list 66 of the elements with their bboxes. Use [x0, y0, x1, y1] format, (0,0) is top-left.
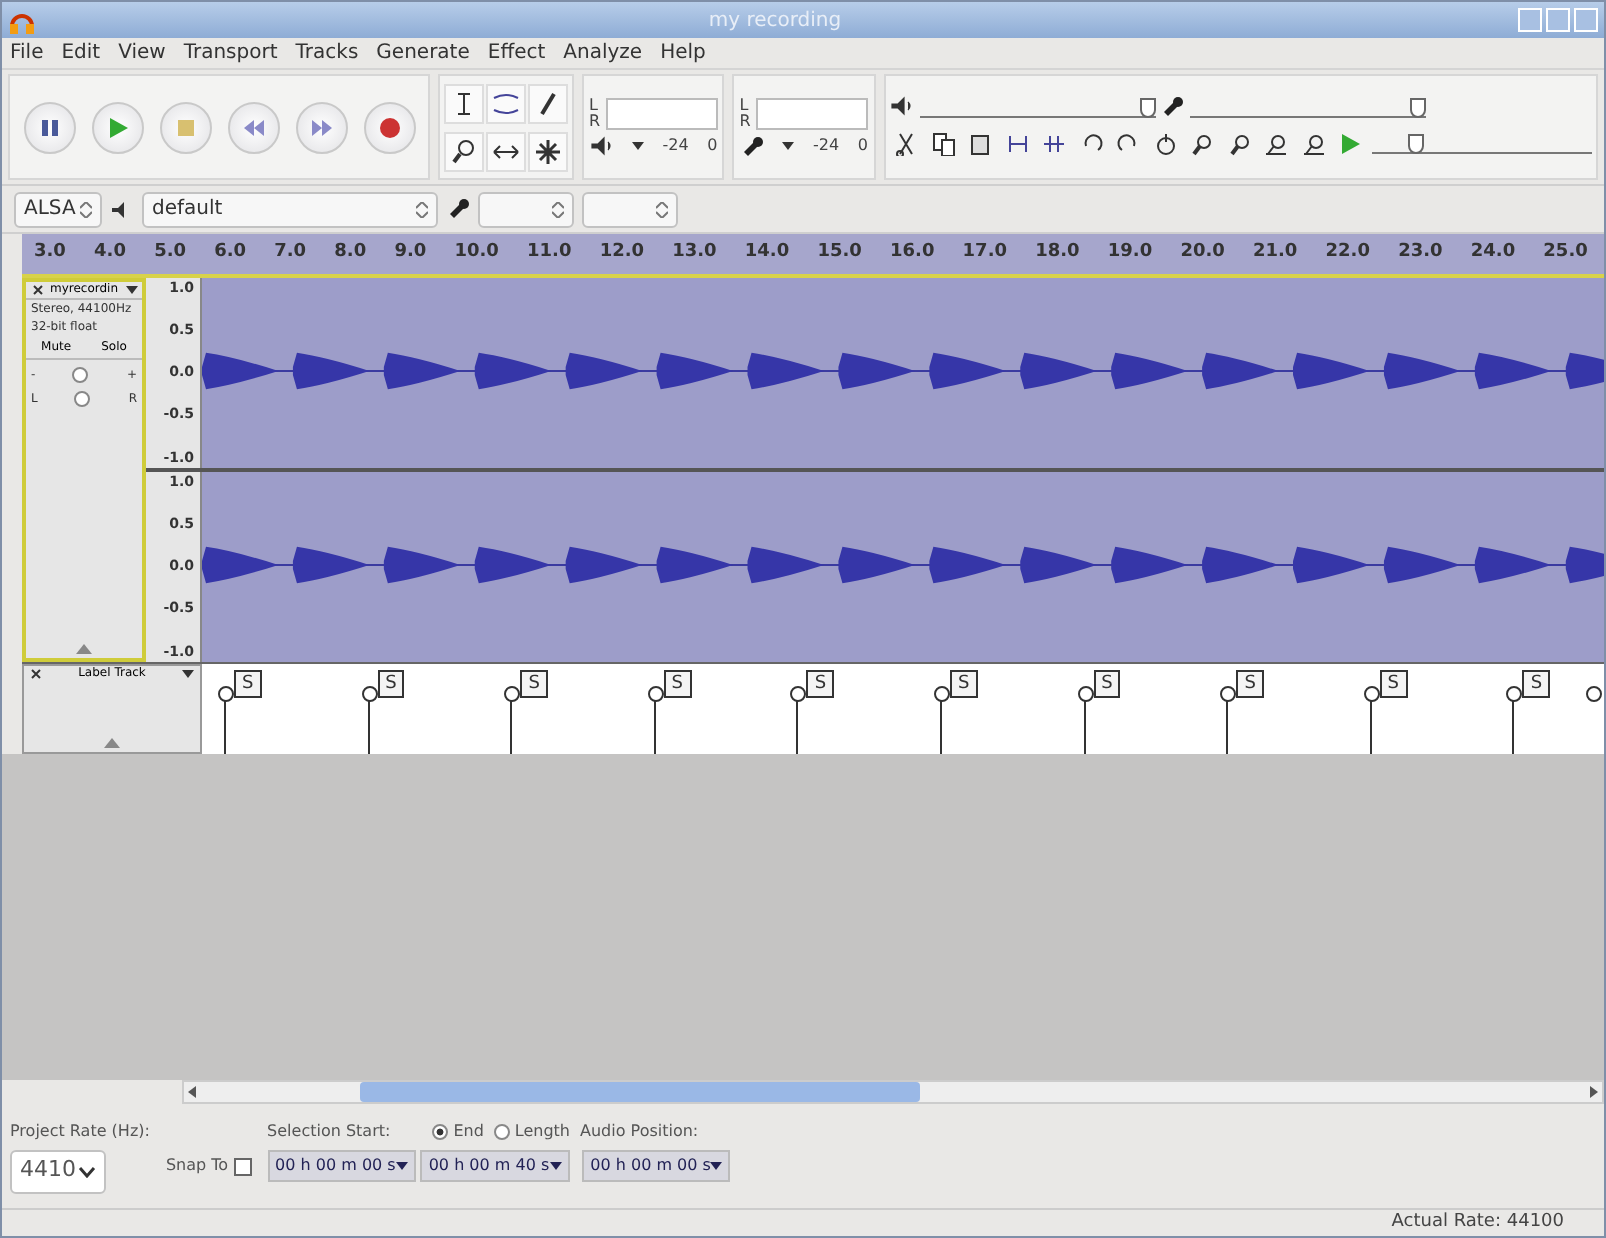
ruler-tick-label: 24.0 [1470, 240, 1516, 267]
label-text[interactable]: S [806, 670, 835, 698]
label-text[interactable]: S [234, 670, 262, 698]
ruler-tick-label: 9.0 [394, 240, 427, 267]
label-text[interactable]: S [1093, 670, 1121, 698]
field-label: Audio Position: [580, 1120, 699, 1144]
ruler-tick-label: 17.0 [962, 240, 1008, 267]
ruler-tick-label: 13.0 [672, 240, 717, 267]
menu-item[interactable]: File [10, 38, 44, 68]
label-text[interactable]: S [1522, 670, 1551, 698]
menu-item[interactable]: Edit [61, 38, 101, 68]
ruler-tick-label: 10.0 [454, 240, 499, 267]
menu-item[interactable]: Effect [487, 38, 546, 68]
playback-device-select[interactable]: default [142, 191, 438, 227]
project-rate-dropdown[interactable]: 4410 [10, 1149, 106, 1193]
ruler-tick-label: 5.0 [154, 240, 187, 267]
label-text[interactable]: S [950, 670, 978, 698]
menu-item[interactable]: Generate [376, 38, 470, 68]
selection-start-field[interactable]: 00 h 00 m 00 s [267, 1149, 416, 1181]
label-text[interactable]: S [377, 670, 405, 698]
ruler-tick-label: 14.0 [744, 240, 790, 267]
window-title: my recording [706, 7, 844, 35]
menu-item[interactable]: Transport [183, 38, 278, 68]
meter-scale-label: 0 [857, 133, 868, 157]
menu-item[interactable]: Tracks [295, 38, 359, 68]
ruler-tick-label: 20.0 [1180, 240, 1225, 267]
audio-position-field[interactable]: 00 h 00 m 00 s [582, 1149, 731, 1181]
field-label: Snap To [165, 1154, 229, 1178]
meter-scale-label: -24 [812, 133, 840, 157]
menu-item[interactable]: Analyze [563, 38, 643, 68]
ruler-tick-label: 23.0 [1398, 240, 1443, 267]
field-label: Project Rate (Hz): [10, 1120, 150, 1144]
meter-channel-label: L [739, 97, 751, 113]
timeline-ruler[interactable]: 3.0 4.0 5.0 6.0 7.0 8.0 9.0 10.0 11.0 12.0 13.0 14.0 15.0 16.0 17.0 18.0 19.0 20.0 21.0 22.0 23.0 24.0 25.0 [22, 234, 1604, 278]
selection-end-field[interactable]: 00 h 00 m 40 s [420, 1149, 570, 1181]
meter-scale-label: -24 [662, 133, 689, 157]
ruler-tick-label: 8.0 [334, 240, 367, 267]
ruler-tick-label: 21.0 [1252, 240, 1298, 267]
menu-item[interactable]: Help [660, 38, 706, 68]
radio-option[interactable]: End [432, 1120, 484, 1144]
meter-channel-label: R [739, 113, 751, 129]
actual-rate-text: Actual Rate: 44100 [1391, 1210, 1564, 1236]
meter-scale-label: 0 [707, 133, 718, 157]
label-area[interactable]: S S S S S S S S S S [202, 664, 1604, 754]
ruler-tick-label: 3.0 [34, 240, 66, 267]
ruler-tick-label: 19.0 [1107, 240, 1153, 267]
ruler-tick-label: 15.0 [817, 240, 862, 267]
menu-item[interactable]: View [118, 38, 166, 68]
label-text[interactable]: S [663, 670, 692, 698]
label-text[interactable]: S [520, 670, 548, 698]
meter-channel-label: R [589, 113, 601, 129]
ruler-tick-label: 22.0 [1325, 240, 1370, 267]
ruler-tick-label: 16.0 [890, 240, 935, 267]
field-label: Selection Start: [267, 1120, 391, 1144]
host-select[interactable]: ALSA [14, 191, 102, 227]
label-text[interactable]: S [1236, 670, 1264, 698]
ruler-tick-label: 6.0 [214, 240, 247, 267]
ruler-tick-label: 11.0 [527, 240, 572, 267]
ruler-tick-label: 7.0 [274, 240, 307, 267]
meter-channel-label: L [589, 97, 600, 113]
ruler-tick-label: 18.0 [1035, 240, 1080, 267]
radio-option[interactable]: Length [493, 1120, 570, 1144]
ruler-tick-label: 25.0 [1543, 240, 1588, 267]
ruler-tick-label: 12.0 [599, 240, 645, 267]
label-text[interactable]: S [1379, 670, 1408, 698]
ruler-tick-label: 4.0 [94, 240, 126, 267]
